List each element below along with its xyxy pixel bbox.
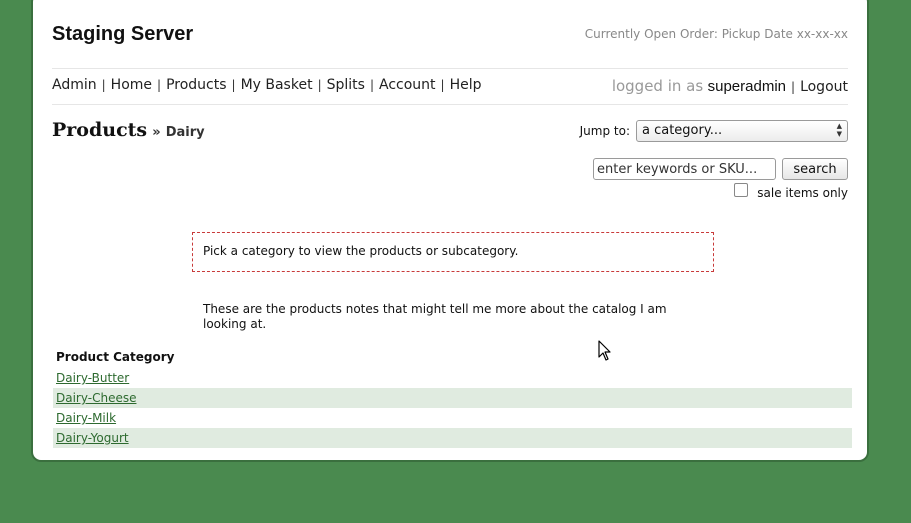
nav-separator: | (231, 78, 236, 92)
catalog-notes: These are the products notes that might … (203, 302, 667, 331)
nav-divider (52, 104, 848, 105)
nav-splits[interactable]: Splits (327, 77, 365, 93)
user-status: logged in as superadmin | Logout (612, 77, 848, 95)
category-select[interactable]: a category... ▲ ▼ (636, 120, 848, 142)
content-area: Staging Server Currently Open Order: Pic… (52, 0, 852, 460)
table-row: Dairy-Milk (53, 408, 852, 428)
breadcrumb-separator: » (152, 125, 161, 140)
username: superadmin (707, 78, 787, 95)
nav-separator: | (157, 78, 162, 92)
updown-arrows-icon: ▲ ▼ (836, 122, 842, 138)
table-row: Dairy-Cheese (53, 388, 852, 408)
sale-filter: sale items only (734, 183, 848, 200)
nav-help[interactable]: Help (450, 77, 482, 93)
logged-in-label: logged in as (611, 77, 704, 95)
site-title: Staging Server (52, 23, 194, 45)
main-nav: Admin | Home | Products | My Basket | Splits | Acc… (52, 77, 482, 93)
nav-home[interactable]: Home (111, 77, 152, 93)
page-title: Products (52, 119, 148, 141)
jump-to-label: Jump to: (579, 124, 630, 138)
nav-separator: | (369, 78, 375, 92)
nav-my-basket[interactable]: My Basket (241, 77, 313, 93)
search-input[interactable] (593, 158, 776, 180)
nav-admin[interactable]: Admin (52, 77, 97, 93)
sale-items-label: sale items only (757, 186, 848, 200)
main-card: Staging Server Currently Open Order: Pic… (31, 0, 869, 462)
nav-separator: | (791, 80, 796, 94)
category-notice: Pick a category to view the products or … (192, 232, 714, 272)
category-link-dairy-milk[interactable]: Dairy-Milk (56, 411, 116, 425)
search-bar: search (593, 158, 848, 180)
nav-account[interactable]: Account (379, 77, 436, 93)
nav-separator: | (440, 78, 445, 92)
nav-products[interactable]: Products (166, 77, 226, 93)
breadcrumb-current: Dairy (165, 125, 205, 140)
search-button[interactable]: search (782, 158, 848, 180)
page-heading: Products » Dairy (52, 119, 205, 141)
jump-to-control: Jump to: a category... ▲ ▼ (580, 120, 848, 142)
table-row: Dairy-Butter (53, 368, 852, 388)
nav-separator: | (101, 78, 106, 92)
mouse-pointer-icon (598, 340, 611, 361)
header-divider (52, 68, 848, 69)
nav-separator: | (317, 78, 322, 92)
category-link-dairy-yogurt[interactable]: Dairy-Yogurt (56, 431, 129, 445)
category-link-dairy-cheese[interactable]: Dairy-Cheese (56, 391, 136, 405)
current-order-info: Currently Open Order: Pickup Date xx-xx-… (584, 27, 848, 41)
category-table: Product Category Dairy-Butter Dairy-Chee… (53, 348, 852, 448)
logout-link[interactable]: Logout (800, 79, 848, 95)
category-select-value: a category... (642, 123, 723, 138)
sale-items-checkbox[interactable] (734, 183, 749, 197)
category-table-header: Product Category (56, 350, 175, 364)
table-row: Dairy-Yogurt (53, 428, 852, 448)
category-link-dairy-butter[interactable]: Dairy-Butter (56, 371, 129, 385)
